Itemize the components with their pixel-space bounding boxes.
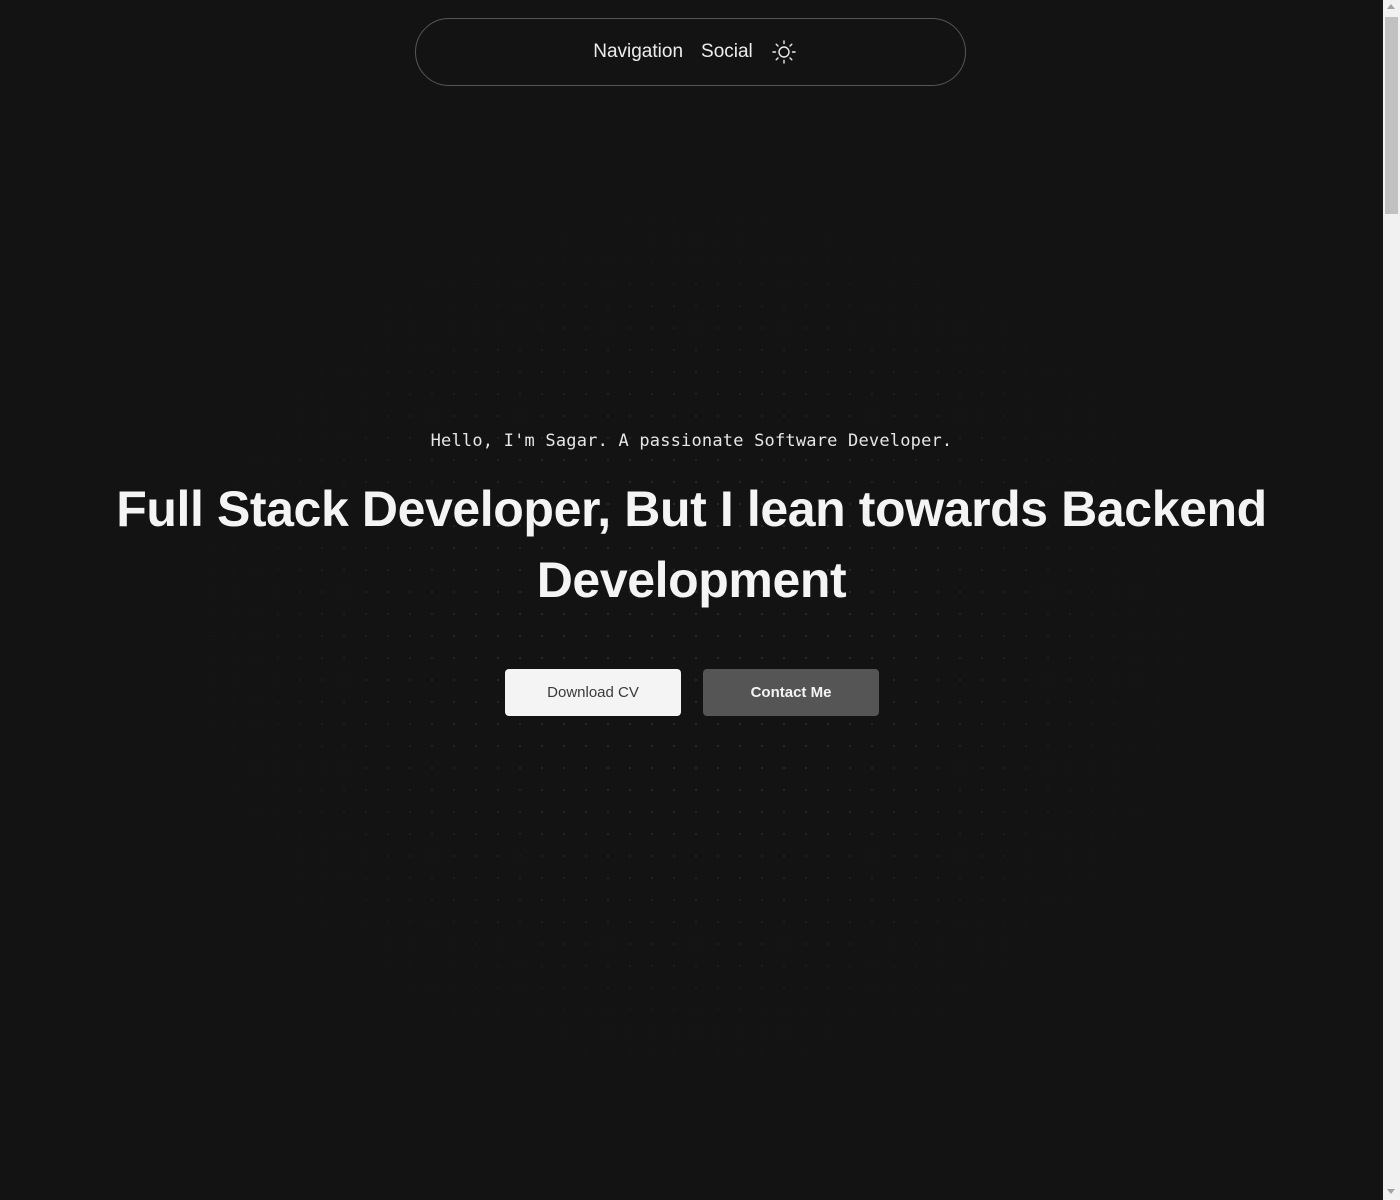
hero-intro-text: Hello, I'm Sagar. A passionate Software … — [430, 431, 953, 451]
nav-link-navigation[interactable]: Navigation — [593, 41, 683, 63]
scrollbar-thumb[interactable] — [1385, 17, 1398, 214]
page-viewport: Navigation Social Hello, I'm Sagar. A pa… — [0, 0, 1383, 1200]
download-cv-button[interactable]: Download CV — [505, 669, 681, 716]
hero-headline: Full Stack Developer, But I lean towards… — [116, 481, 1267, 608]
contact-me-button[interactable]: Contact Me — [703, 669, 879, 716]
nav-link-social[interactable]: Social — [701, 41, 753, 63]
scroll-down-arrow-icon[interactable] — [1387, 1189, 1395, 1194]
top-navbar: Navigation Social — [415, 18, 966, 86]
theme-toggle-button[interactable] — [771, 39, 797, 65]
sun-icon — [772, 40, 796, 64]
vertical-scrollbar[interactable] — [1383, 0, 1400, 1200]
scroll-up-arrow-icon[interactable] — [1387, 4, 1395, 9]
